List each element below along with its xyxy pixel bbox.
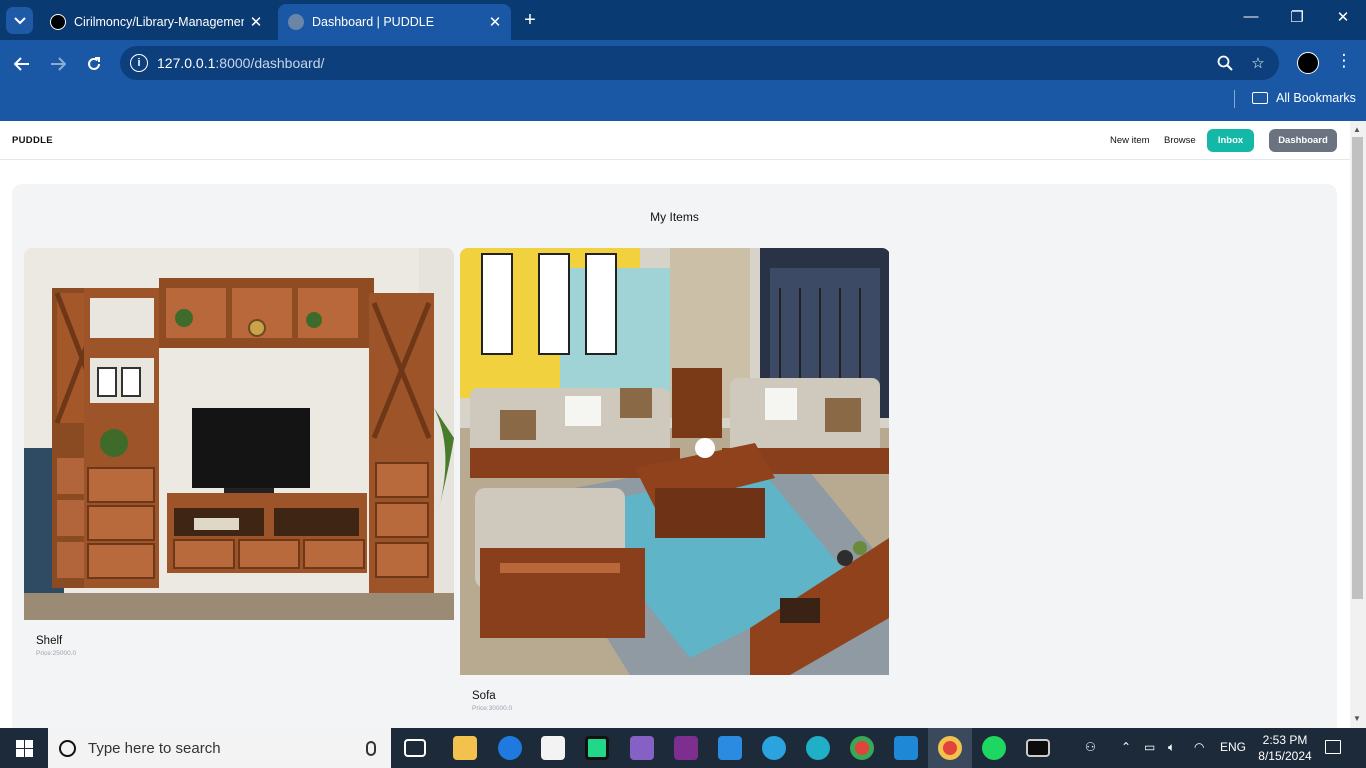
section-title: My Items [650,210,699,224]
windows-logo-icon [15,739,33,757]
forward-button[interactable] [46,52,70,76]
new-tab-button[interactable]: + [518,9,542,32]
edge-icon[interactable] [806,736,830,760]
close-window-button[interactable]: ✕ [1328,8,1358,26]
restore-button[interactable]: ❐ [1282,8,1312,26]
terminal-icon[interactable] [1026,739,1050,757]
browser-tab-bar: Cirilmoncy/Library-Management ✕ Dashboar… [0,0,1366,40]
wifi-icon[interactable]: ◠ [1194,740,1204,754]
tab-title: Cirilmoncy/Library-Management [74,15,244,29]
notification-center-icon[interactable] [1325,740,1341,754]
scrollbar-thumb[interactable] [1352,137,1363,599]
page-viewport: PUDDLE New item Browse Inbox Dashboard M… [0,121,1350,728]
item-card[interactable]: Shelf Price:25000.0 [24,248,454,657]
tab-search-button[interactable] [6,7,33,34]
all-bookmarks-label: All Bookmarks [1276,91,1356,105]
start-button[interactable] [0,728,48,768]
clock-time: 2:53 PM [1262,733,1308,747]
chevron-down-icon [13,16,26,24]
site-logo[interactable]: PUDDLE [12,135,53,146]
my-items-panel: My Items Shelf Price:25000.0 Sofa Price:… [12,184,1337,728]
url-text[interactable]: 127.0.0.1:8000/dashboard/ [157,55,324,71]
item-price: Price:25000.0 [36,650,77,657]
zoom-icon[interactable] [1214,52,1236,74]
winrar-icon[interactable] [674,736,698,760]
back-button[interactable] [10,52,34,76]
file-explorer-icon[interactable] [453,736,477,760]
chrome-icon[interactable] [850,736,874,760]
clock-date: 8/15/2024 [1258,749,1312,763]
arrow-right-icon [51,57,66,71]
folder-icon [1252,92,1268,104]
visual-studio-icon[interactable] [630,736,654,760]
vscode-icon[interactable] [894,736,918,760]
browser-menu-icon[interactable]: ⋮ [1334,51,1354,71]
bookmarks-divider [1234,90,1235,108]
dashboard-button[interactable]: Dashboard [1269,129,1337,152]
chrome-active-icon[interactable] [938,736,962,760]
cortana-icon [59,739,76,757]
site-info-icon[interactable]: i [130,54,148,72]
globe-icon [288,14,304,30]
tab-library-management[interactable]: Cirilmoncy/Library-Management ✕ [40,4,272,40]
browse-link[interactable]: Browse [1164,135,1196,146]
item-name[interactable]: Shelf [36,635,454,647]
address-bar[interactable]: i 127.0.0.1:8000/dashboard/ ☆ [120,46,1279,80]
tab-title: Dashboard | PUDDLE [312,15,435,29]
show-hidden-icons[interactable]: ⌃ [1121,740,1131,754]
windows-taskbar: Type here to search ⚇ ⌃ ▭ 🔈︎ ◠ ENG 2:53 … [0,728,1366,768]
battery-icon[interactable]: ▭ [1144,740,1155,754]
all-bookmarks-button[interactable]: All Bookmarks [1252,91,1356,105]
system-clock[interactable]: 2:53 PM 8/15/2024 [1254,732,1316,764]
volume-icon[interactable]: 🔈︎ [1168,740,1175,755]
site-navbar: PUDDLE New item Browse Inbox Dashboard [0,121,1350,160]
item-name[interactable]: Sofa [472,690,890,702]
telegram-icon[interactable] [762,736,786,760]
bookmark-star-icon[interactable]: ☆ [1247,52,1269,74]
pycharm-icon[interactable] [585,736,609,760]
inbox-button[interactable]: Inbox [1207,129,1254,152]
minimize-button[interactable]: — [1236,8,1266,25]
item-image-sofa[interactable] [460,248,890,675]
close-tab-icon[interactable]: ✕ [483,13,507,31]
task-view-icon[interactable] [404,739,426,757]
taskbar-search-box[interactable]: Type here to search [48,728,391,768]
browser-toolbar: i 127.0.0.1:8000/dashboard/ ☆ ⋮ All Book… [0,40,1366,121]
new-item-link[interactable]: New item [1110,135,1150,146]
item-price: Price:30000.0 [472,705,513,712]
scroll-up-icon[interactable]: ▲ [1353,125,1361,134]
page-scrollbar[interactable]: ▲ ▼ [1350,121,1366,728]
microsoft-store-icon[interactable] [541,736,565,760]
item-card[interactable]: Sofa Price:30000.0 [460,248,890,712]
search-placeholder: Type here to search [88,739,221,757]
github-icon [50,14,66,30]
reload-icon [88,57,100,70]
microphone-icon[interactable] [366,740,376,756]
edge-legacy-icon[interactable] [498,736,522,760]
profile-avatar[interactable] [1297,52,1319,74]
close-tab-icon[interactable]: ✕ [244,13,268,31]
item-image-shelf[interactable] [24,248,454,620]
mail-icon[interactable] [718,736,742,760]
people-icon[interactable]: ⚇ [1085,740,1096,754]
arrow-left-icon [14,57,29,71]
tab-dashboard[interactable]: Dashboard | PUDDLE ✕ [278,4,511,40]
reload-button[interactable] [82,52,106,76]
language-indicator[interactable]: ENG [1220,740,1246,754]
spotify-icon[interactable] [982,736,1006,760]
scroll-down-icon[interactable]: ▼ [1353,714,1361,723]
